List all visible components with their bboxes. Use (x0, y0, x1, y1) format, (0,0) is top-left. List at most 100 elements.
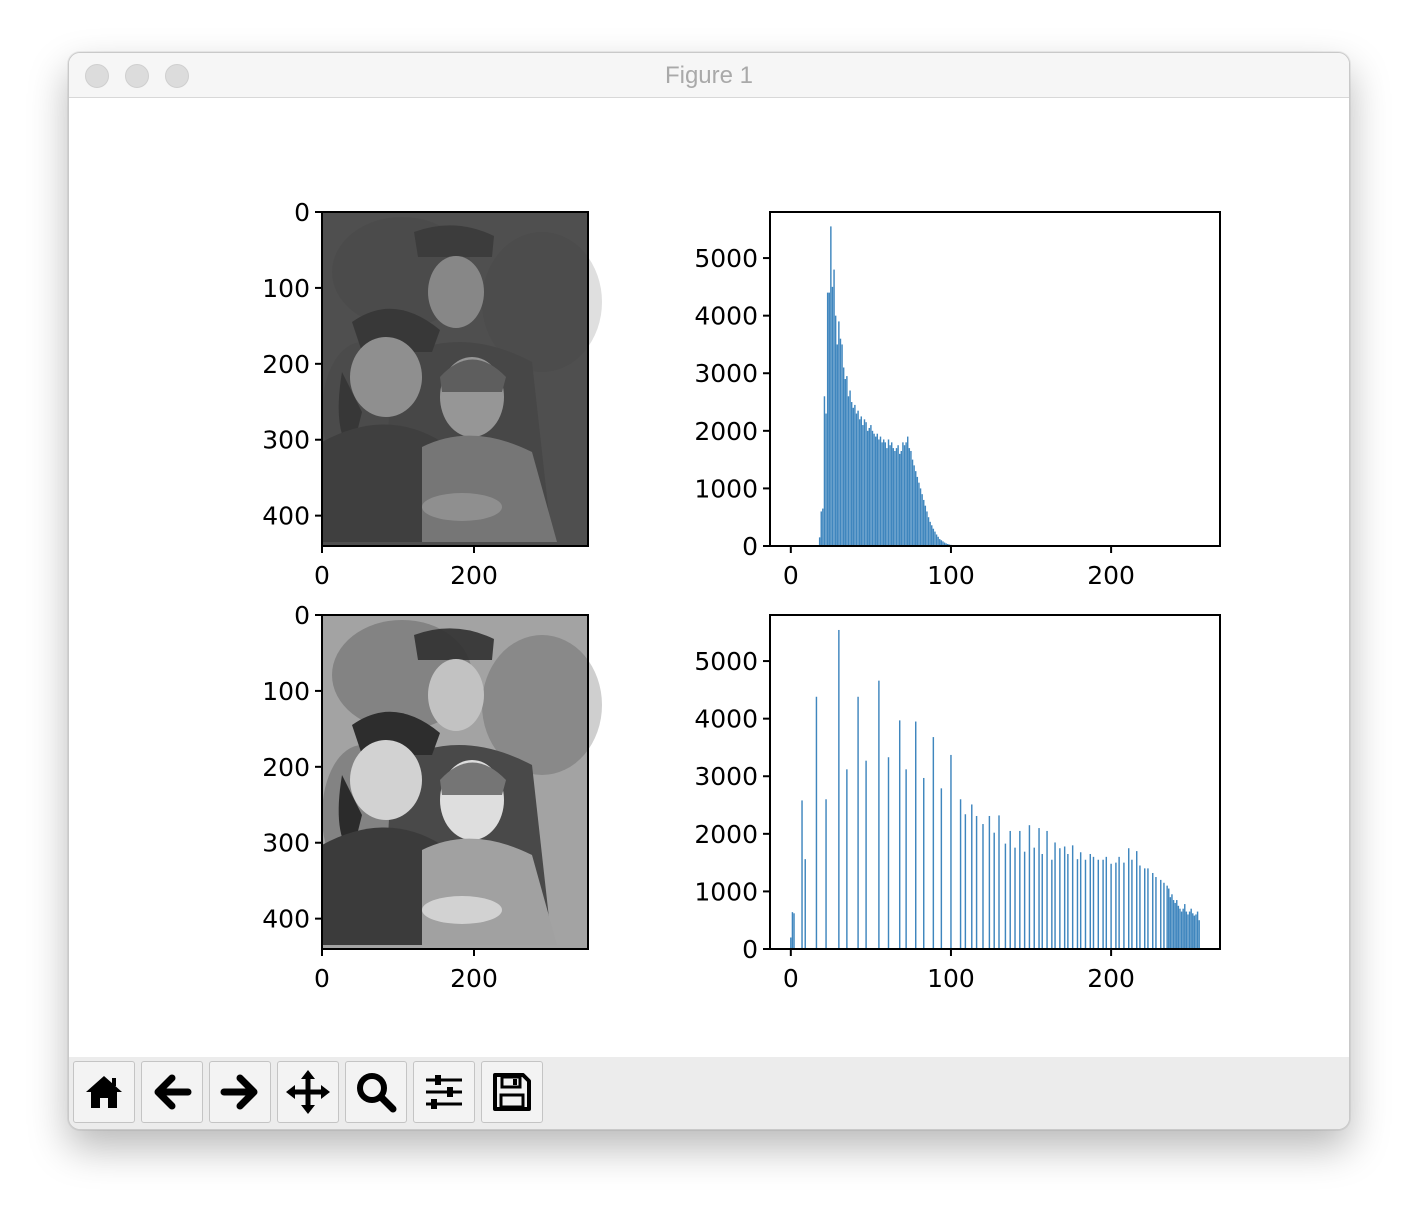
forward-arrow-icon (220, 1074, 258, 1110)
histogram-bar (826, 292, 829, 546)
histogram-bar (1193, 915, 1196, 949)
histogram-bar (841, 344, 843, 546)
histogram-ytick-label: 4000 (694, 705, 758, 734)
histogram-bar (1136, 851, 1138, 949)
histogram-bar (894, 450, 896, 546)
histogram-bar (916, 476, 919, 546)
histogram-bar (1163, 882, 1165, 949)
histogram-bar (865, 422, 867, 546)
histogram-bar (915, 721, 917, 949)
histogram-bar (913, 465, 915, 546)
pan-move-icon (286, 1070, 330, 1114)
image-ytick-label: 200 (262, 350, 310, 379)
histogram-bar (1144, 868, 1146, 949)
histogram-bar (911, 459, 914, 546)
histogram-bar (831, 286, 834, 546)
histogram-bar (881, 442, 883, 546)
histogram-bar (932, 737, 935, 949)
histogram-bar (847, 396, 850, 546)
histogram-original: 0 1000 2000 3000 4000 5000 0 100 200 (694, 211, 1221, 590)
home-button[interactable] (73, 1061, 135, 1123)
histogram-bar (887, 757, 890, 949)
histogram-xtick-label: 200 (1087, 964, 1135, 993)
histogram-bar (971, 804, 973, 949)
histogram-bar (830, 226, 832, 546)
histogram-bar (1185, 911, 1188, 949)
histogram-bar (1195, 914, 1197, 949)
histogram-bar (850, 402, 853, 546)
histogram-bar (857, 410, 859, 546)
histogram-bar (1155, 877, 1157, 949)
histogram-bar (940, 788, 943, 949)
image-xtick-label: 200 (450, 964, 498, 993)
histogram-bar (844, 379, 846, 546)
zoom-button[interactable] (345, 1061, 407, 1123)
histogram-bar (790, 937, 792, 949)
histogram-bar (1076, 859, 1079, 949)
histogram-bar (1152, 872, 1154, 949)
histogram-ytick-label: 0 (742, 532, 758, 561)
figure-canvas[interactable]: 0 100 200 300 400 0 200 0 100 200 300 400 0 200 0 1000… (69, 98, 1349, 1057)
histogram-bar (1004, 843, 1007, 949)
histogram-bar (1184, 904, 1186, 949)
histogram-bar (998, 815, 1000, 949)
histogram-xtick-label: 200 (1087, 561, 1135, 590)
histogram-bar (868, 427, 871, 546)
histogram-bar (926, 511, 928, 546)
histogram-bar (898, 720, 901, 949)
image-ytick-label: 0 (294, 198, 310, 227)
histogram-bar (791, 912, 794, 949)
histogram-bar (1051, 859, 1053, 949)
histogram-bar (876, 433, 879, 546)
histogram-bar (1177, 905, 1180, 949)
pan-button[interactable] (277, 1061, 339, 1123)
configure-subplots-icon (426, 1075, 462, 1109)
back-arrow-icon (154, 1074, 192, 1110)
histogram-bar (902, 442, 904, 546)
histogram-bar (900, 450, 903, 546)
histogram-bar (919, 488, 922, 546)
image-ytick-label: 400 (262, 905, 310, 934)
configure-subplots-button[interactable] (413, 1061, 475, 1123)
histogram-bar (959, 799, 962, 949)
forward-button[interactable] (209, 1061, 271, 1123)
histogram-bar (793, 913, 795, 949)
histogram-bar (854, 404, 856, 546)
histogram-bar (874, 436, 877, 546)
histogram-bar (1071, 845, 1074, 949)
histogram-bar (1089, 853, 1092, 949)
histogram-ytick-label: 3000 (694, 359, 758, 388)
histogram-bar (882, 439, 885, 546)
histogram-ytick-label: 2000 (694, 417, 758, 446)
image-ytick-label: 300 (262, 829, 310, 858)
histogram-bar (862, 425, 864, 546)
histogram-bar (908, 448, 911, 546)
histogram-bar (924, 505, 927, 546)
histogram-bar (822, 508, 824, 546)
histogram-bar (834, 315, 837, 546)
histogram-bar (1160, 879, 1162, 949)
save-button[interactable] (481, 1061, 543, 1123)
histogram-bar (905, 442, 907, 546)
histogram-bar (1169, 897, 1172, 949)
histogram-bar (982, 824, 984, 949)
histogram-bar (923, 499, 925, 546)
histogram-bar (1190, 908, 1192, 949)
histogram-bar (932, 528, 935, 546)
histogram-bar (1110, 863, 1112, 949)
histogram-bar (878, 680, 880, 949)
navigation-toolbar (69, 1057, 1349, 1129)
histogram-ytick-label: 3000 (694, 762, 758, 791)
histogram-bar (939, 539, 941, 546)
histogram-bar (858, 419, 861, 546)
histogram-bar (1054, 842, 1056, 949)
histogram-bar (820, 511, 822, 546)
histogram-bar (815, 696, 818, 949)
image-ytick-label: 100 (262, 274, 310, 303)
histogram-bar (839, 338, 842, 546)
histogram-bar (801, 800, 803, 949)
histogram-bar (838, 629, 840, 949)
back-button[interactable] (141, 1061, 203, 1123)
image-ytick-label: 0 (294, 601, 310, 630)
histogram-bar (1102, 859, 1104, 949)
